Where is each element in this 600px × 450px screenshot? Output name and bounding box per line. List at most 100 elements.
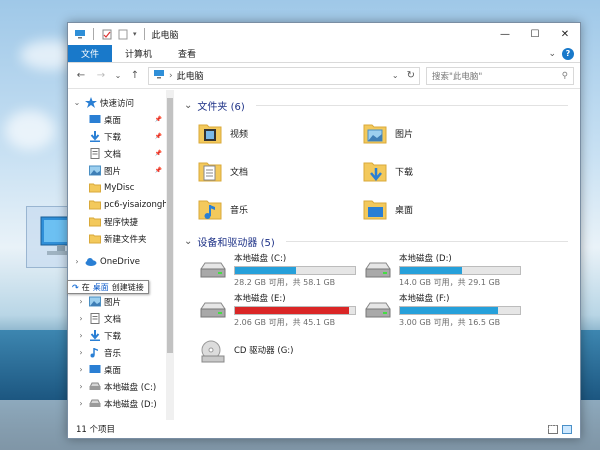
expand-chevron-icon[interactable]: › [76, 365, 86, 374]
expand-chevron-icon[interactable]: › [76, 314, 86, 323]
cd-drive-tile[interactable]: CD 驱动器 (G:) [198, 330, 363, 370]
drives-group-header[interactable]: ⌄ 设备和驱动器 (5) [184, 232, 568, 250]
address-dropdown-chevron-icon[interactable]: ⌄ [388, 71, 399, 80]
folder-tile[interactable]: 音乐 [198, 190, 363, 228]
drag-tooltip-action: 创建链接 [111, 282, 144, 292]
tab-file[interactable]: 文件 [68, 45, 113, 62]
folder-tile[interactable]: 桌面 [363, 190, 528, 228]
refresh-button[interactable]: ↻ [403, 70, 415, 81]
minimize-button[interactable]: — [490, 23, 520, 45]
folders-group-header[interactable]: ⌄ 文件夹 (6) [184, 96, 568, 114]
pin-icon[interactable]: 📌 [155, 133, 162, 140]
pin-icon[interactable]: 📌 [155, 150, 162, 157]
breadcrumb-chevron-icon[interactable]: › [169, 71, 173, 81]
drives-header-label: 设备和驱动器 (5) [197, 237, 275, 249]
link-arrow-icon: ↷ [72, 282, 79, 292]
expand-ribbon-chevron-icon[interactable]: ⌄ [548, 49, 556, 59]
tab-view[interactable]: 查看 [165, 45, 209, 62]
sidebar-item-label: 图片 [104, 166, 122, 177]
expand-chevron-icon[interactable]: › [72, 257, 82, 266]
drive-tile[interactable]: 本地磁盘 (C:) 28.2 GB 可用，共 58.1 GB [198, 250, 363, 290]
address-bar[interactable]: › 此电脑 ⌄ ↻ [148, 66, 420, 85]
drag-tooltip-prefix: 在 [81, 282, 90, 292]
folder-tile[interactable]: 文档 [198, 152, 363, 190]
sidebar-item[interactable]: › 桌面 [68, 361, 174, 378]
drive-usage-fill [235, 307, 349, 314]
navigation-pane-scrollbar[interactable] [166, 90, 174, 420]
maximize-button[interactable]: ☐ [520, 23, 550, 45]
close-button[interactable]: ✕ [550, 23, 580, 45]
document-icon [89, 148, 101, 159]
drive-free-space: 14.0 GB 可用，共 29.1 GB [399, 278, 501, 287]
navigation-pane: ⌄ 快速访问 桌面 📌 下载 📌 文档 📌 图片 📌 MyDisc pc6-yisaizonghe… [68, 90, 174, 420]
pin-icon[interactable]: 📌 [155, 116, 162, 123]
folder-tile[interactable]: 视频 [198, 114, 363, 152]
drive-label: 本地磁盘 (C:) [234, 254, 287, 264]
drive-tile[interactable]: 本地磁盘 (E:) 2.06 GB 可用，共 45.1 GB [198, 290, 363, 330]
sidebar-item[interactable]: 新建文件夹 [68, 230, 174, 247]
pin-icon[interactable]: 📌 [155, 167, 162, 174]
sidebar-item-label: 本地磁盘 (C:) [104, 382, 157, 393]
expand-chevron-icon[interactable]: › [76, 348, 86, 357]
sidebar-item-label: OneDrive [100, 256, 140, 267]
sidebar-item[interactable]: › 图片 [68, 293, 174, 310]
sidebar-item[interactable]: › 文档 [68, 310, 174, 327]
drive-icon [89, 398, 101, 409]
expand-chevron-icon[interactable]: › [76, 297, 86, 306]
this-pc-icon [153, 69, 165, 82]
expand-chevron-icon[interactable]: › [76, 382, 86, 391]
expand-chevron-icon[interactable]: › [76, 331, 86, 340]
sidebar-item[interactable]: MyDisc [68, 179, 174, 196]
sidebar-item[interactable]: 程序快捷 [68, 213, 174, 230]
folder-label: 文档 [230, 167, 249, 178]
document-icon [89, 313, 101, 324]
up-button[interactable]: ↑ [128, 70, 142, 81]
search-input[interactable]: 搜索"此电脑" ⚲ [426, 66, 574, 85]
navigation-bar: ← → ⌄ ↑ › 此电脑 ⌄ ↻ 搜索"此电脑" ⚲ [68, 63, 580, 89]
folder-tile[interactable]: 图片 [363, 114, 528, 152]
sidebar-item[interactable]: › 本地磁盘 (C:) [68, 378, 174, 395]
recent-locations-chevron-icon[interactable]: ⌄ [114, 71, 122, 80]
sidebar-item[interactable]: 文档 📌 [68, 145, 174, 162]
sidebar-item[interactable]: › 下载 [68, 327, 174, 344]
forward-button[interactable]: → [94, 70, 108, 81]
sidebar-item[interactable]: 下载 📌 [68, 128, 174, 145]
sidebar-item[interactable]: 桌面 📌 [68, 111, 174, 128]
large-icons-view-icon[interactable] [562, 424, 572, 434]
sidebar-item[interactable]: › 本地磁盘 (D:) [68, 395, 174, 412]
sidebar-item[interactable]: 图片 📌 [68, 162, 174, 179]
drive-label: 本地磁盘 (E:) [234, 294, 286, 304]
header-rule [255, 104, 568, 106]
folder-tile[interactable]: 下载 [363, 152, 528, 190]
folder-icon [89, 182, 101, 193]
sidebar-item-quick-access[interactable]: ⌄ 快速访问 [68, 94, 174, 111]
drive-info: 本地磁盘 (E:) 2.06 GB 可用，共 45.1 GB [234, 292, 363, 328]
folder-icon [89, 199, 101, 210]
item-count: 11 个项目 [76, 425, 116, 435]
breadcrumb-this-pc[interactable]: 此电脑 [177, 69, 204, 82]
desktop-icon [89, 364, 101, 375]
scrollbar-thumb[interactable] [167, 98, 173, 353]
help-icon[interactable]: ? [562, 47, 574, 60]
collapse-chevron-icon[interactable]: ⌄ [184, 236, 192, 247]
file-explorer-window: ▾ 此电脑 — ☐ ✕ 文件 计算机 查看 ⌄ ? ← → ⌄ ↑ › 此电脑 [67, 22, 581, 439]
tab-computer[interactable]: 计算机 [112, 45, 165, 62]
sidebar-item[interactable]: › 音乐 [68, 344, 174, 361]
cd-drive-label: CD 驱动器 (G:) [234, 346, 294, 356]
expand-chevron-icon[interactable]: ⌄ [72, 98, 82, 107]
desktop-folder-icon [363, 195, 387, 223]
drive-label: 本地磁盘 (F:) [399, 294, 450, 304]
customize-toolbar-chevron-icon[interactable]: ▾ [133, 30, 137, 38]
sidebar-item[interactable]: pc6-yisaizonghe [68, 196, 174, 213]
properties-icon[interactable] [101, 29, 113, 40]
drive-tile[interactable]: 本地磁盘 (D:) 14.0 GB 可用，共 29.1 GB [363, 250, 528, 290]
music-folder-icon [198, 195, 222, 223]
drive-tile[interactable]: 本地磁盘 (F:) 3.00 GB 可用，共 16.5 GB [363, 290, 528, 330]
picture-folder-icon [363, 119, 387, 147]
sidebar-item-onedrive[interactable]: › OneDrive [68, 253, 174, 270]
new-folder-icon[interactable] [117, 29, 129, 40]
collapse-chevron-icon[interactable]: ⌄ [184, 100, 192, 111]
expand-chevron-icon[interactable]: › [76, 399, 86, 408]
back-button[interactable]: ← [74, 70, 88, 81]
sidebar-item-label: 桌面 [104, 365, 122, 376]
